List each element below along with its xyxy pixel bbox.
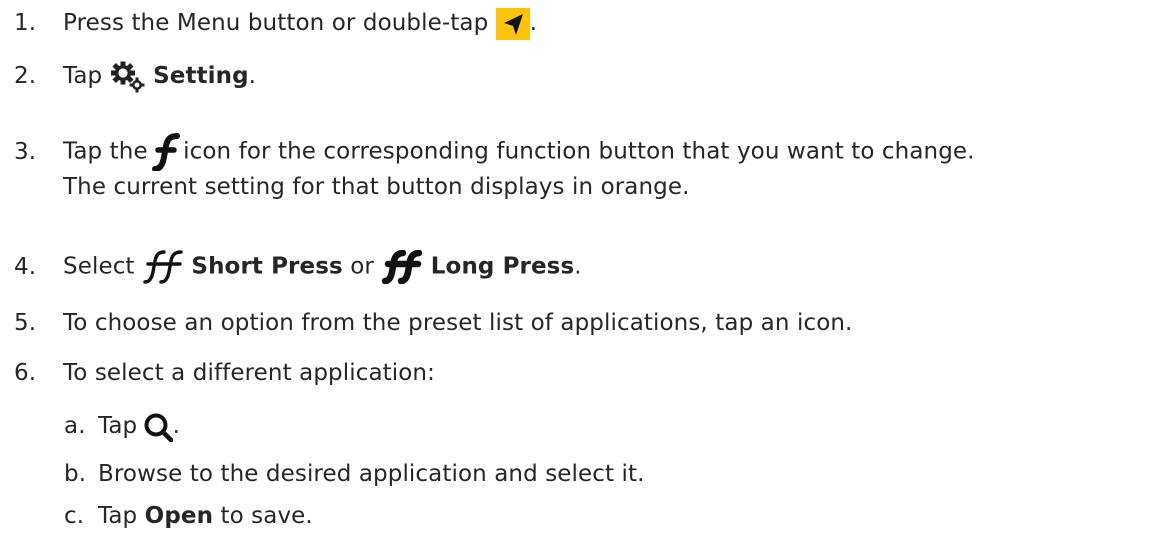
substep-suffix: . xyxy=(172,413,181,439)
substep-text: Browse to the desired application and se… xyxy=(98,461,645,487)
long-press-label: Long Press xyxy=(430,253,575,280)
substep-suffix: to save. xyxy=(220,503,313,529)
step-1: 1. Press the Menu button or double-tap . xyxy=(14,7,537,40)
step-suffix: . xyxy=(574,253,582,280)
step-number: 5. xyxy=(14,310,37,336)
step-text: icon for the corresponding function butt… xyxy=(183,138,975,165)
step-prefix: Tap the xyxy=(63,138,148,165)
step-5: 5. To choose an option from the preset li… xyxy=(14,307,852,339)
step-3: 3. Tap the icon for the corresponding fun… xyxy=(14,133,975,203)
short-press-label: Short Press xyxy=(191,253,343,280)
step-number: 4. xyxy=(14,253,37,280)
instructions-document: 1. Press the Menu button or double-tap . … xyxy=(0,0,1152,535)
step-text: To select a different application: xyxy=(63,360,435,386)
substep-c: c. Tap Open to save. xyxy=(64,500,313,532)
substep-letter: a. xyxy=(64,413,86,439)
step-text: Press the Menu button or double-tap xyxy=(63,10,489,36)
step-number: 1. xyxy=(14,10,37,36)
substep-letter: c. xyxy=(64,503,85,529)
step-suffix: . xyxy=(248,63,257,89)
step-6: 6. To select a different application: xyxy=(14,357,435,389)
step-text: To choose an option from the preset list… xyxy=(63,310,853,336)
open-label: Open xyxy=(144,503,214,529)
step-prefix: Select xyxy=(63,253,135,280)
substep-prefix: Tap xyxy=(98,413,138,439)
step-2: 2. Tap Setting. xyxy=(14,60,256,93)
double-f-bold-icon xyxy=(381,250,423,284)
substep-letter: b. xyxy=(64,461,87,487)
gears-icon xyxy=(110,61,146,93)
step-prefix: Tap xyxy=(63,63,103,89)
step-number: 2. xyxy=(14,63,37,89)
substep-b: b. Browse to the desired application and … xyxy=(64,458,645,490)
substep-prefix: Tap xyxy=(98,503,138,529)
step-number: 3. xyxy=(14,138,37,165)
step-text-line2: The current setting for that button disp… xyxy=(63,174,690,200)
setting-label: Setting xyxy=(153,63,249,89)
double-f-outline-icon xyxy=(142,250,184,284)
navigate-arrow-icon xyxy=(495,7,530,40)
magnifier-icon xyxy=(143,412,173,442)
substep-a: a. Tap . xyxy=(64,410,180,442)
step-number: 6. xyxy=(14,360,37,386)
step-suffix: . xyxy=(529,10,538,36)
function-f-icon xyxy=(151,133,181,171)
step-4: 4. Select Short Press or Long Press. xyxy=(14,250,582,284)
step-mid: or xyxy=(350,253,374,280)
